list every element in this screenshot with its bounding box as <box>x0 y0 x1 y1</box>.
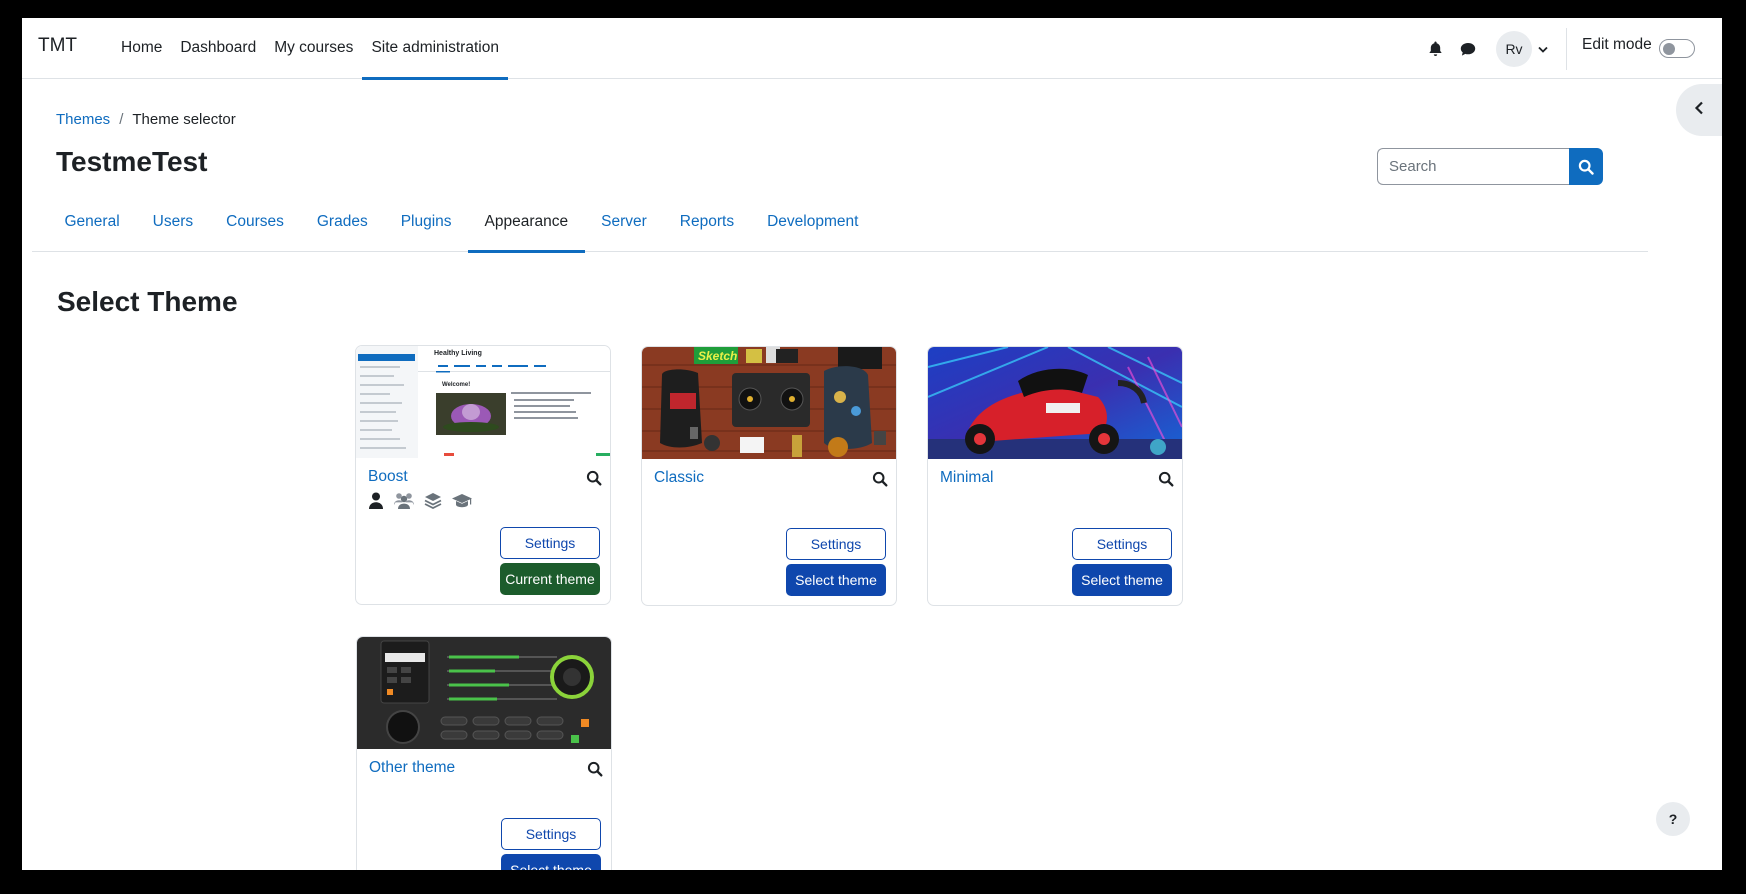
select-theme-button-classic[interactable]: Select theme <box>786 564 886 596</box>
primary-navigation: Home Dashboard My courses Site administr… <box>112 18 508 80</box>
theme-preview-classic[interactable]: Sketch <box>642 347 896 459</box>
tab-development[interactable]: Development <box>751 194 875 251</box>
theme-card-other-theme: Other theme Settings Select theme <box>356 636 612 870</box>
chevron-down-icon <box>1538 40 1548 58</box>
search-input[interactable] <box>1377 148 1569 185</box>
tab-general[interactable]: General <box>48 194 136 251</box>
nav-dashboard[interactable]: Dashboard <box>171 18 265 79</box>
tab-grades[interactable]: Grades <box>300 194 384 251</box>
theme-card-boost: Healthy Living Welcome! Boost Settings C… <box>355 345 611 605</box>
messages-chat-icon[interactable] <box>1457 38 1479 60</box>
tab-users[interactable]: Users <box>136 194 209 251</box>
page-title: TestmeTest <box>56 146 208 177</box>
preview-course-title: Healthy Living <box>434 350 482 357</box>
theme-name-classic[interactable]: Classic <box>654 469 704 487</box>
theme-preview-minimal[interactable] <box>928 347 1182 459</box>
search-submit-button[interactable] <box>1569 148 1603 185</box>
top-navbar: TMT Home Dashboard My courses Site admin… <box>22 18 1722 80</box>
select-theme-button-minimal[interactable]: Select theme <box>1072 564 1172 596</box>
users-icon <box>394 492 414 514</box>
graduation-cap-icon <box>452 492 472 514</box>
preview-zoom-search-icon[interactable] <box>872 471 890 489</box>
browser-viewport: TMT Home Dashboard My courses Site admin… <box>22 18 1722 870</box>
tab-server[interactable]: Server <box>585 194 664 251</box>
notifications-bell-icon[interactable] <box>1424 38 1446 60</box>
edit-mode-toggle[interactable] <box>1659 39 1695 58</box>
settings-button-other-theme[interactable]: Settings <box>501 818 601 850</box>
tab-plugins[interactable]: Plugins <box>384 194 468 251</box>
avatar[interactable]: Rv <box>1496 31 1532 67</box>
theme-card-minimal: Minimal Settings Select theme <box>927 346 1183 606</box>
admin-search-form <box>1377 148 1603 185</box>
breadcrumb: Themes / Theme selector <box>56 111 236 128</box>
breadcrumb-current: Theme selector <box>132 111 236 128</box>
nav-home[interactable]: Home <box>112 18 171 79</box>
secondary-navigation: General Users Courses Grades Plugins App… <box>32 194 1648 253</box>
settings-button-boost[interactable]: Settings <box>500 527 600 559</box>
site-brand[interactable]: TMT <box>38 35 77 57</box>
tab-appearance[interactable]: Appearance <box>468 194 585 253</box>
tab-courses[interactable]: Courses <box>210 194 301 251</box>
help-question-icon[interactable]: ? <box>1656 802 1690 836</box>
user-menu[interactable]: Rv <box>1496 31 1548 67</box>
nav-site-administration[interactable]: Site administration <box>362 18 508 80</box>
theme-preview-boost[interactable]: Healthy Living Welcome! <box>356 346 610 458</box>
preview-welcome: Welcome! <box>442 382 470 388</box>
preview-zoom-search-icon[interactable] <box>1158 471 1176 489</box>
current-theme-button-boost[interactable]: Current theme <box>500 563 600 595</box>
toggle-knob <box>1663 43 1675 55</box>
tab-reports[interactable]: Reports <box>663 194 750 251</box>
open-block-drawer-button[interactable] <box>1676 84 1722 136</box>
theme-name-other-theme[interactable]: Other theme <box>369 759 455 777</box>
select-theme-button-other-theme[interactable]: Select theme <box>501 854 601 870</box>
preview-zoom-search-icon[interactable] <box>587 761 605 779</box>
theme-features <box>368 492 472 514</box>
breadcrumb-separator: / <box>119 111 124 128</box>
layers-icon <box>424 492 442 514</box>
preview-sticker: Sketch <box>698 349 737 363</box>
navbar-divider <box>1566 28 1567 70</box>
theme-name-boost[interactable]: Boost <box>368 468 408 486</box>
search-icon <box>1578 159 1594 175</box>
theme-preview-other-theme[interactable] <box>357 637 611 749</box>
theme-card-classic: Sketch Classic Settings Select theme <box>641 346 897 606</box>
edit-mode-label: Edit mode <box>1582 36 1652 53</box>
section-title: Select Theme <box>57 286 238 317</box>
user-icon <box>368 492 384 514</box>
settings-button-minimal[interactable]: Settings <box>1072 528 1172 560</box>
settings-button-classic[interactable]: Settings <box>786 528 886 560</box>
preview-zoom-search-icon[interactable] <box>586 470 604 488</box>
chevron-left-icon <box>1694 101 1704 120</box>
breadcrumb-themes-link[interactable]: Themes <box>56 111 110 128</box>
theme-name-minimal[interactable]: Minimal <box>940 469 993 487</box>
nav-my-courses[interactable]: My courses <box>265 18 362 79</box>
